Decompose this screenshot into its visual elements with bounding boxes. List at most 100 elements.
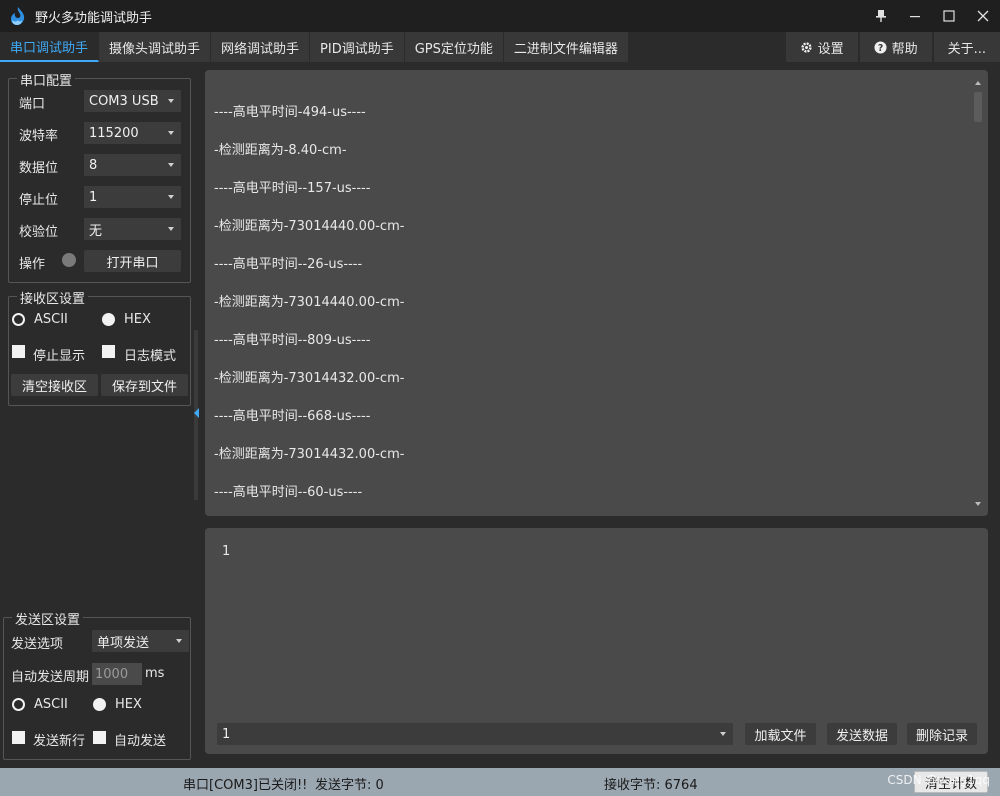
receive-line: ----高电平时间--60-us----: [214, 485, 363, 500]
chevron-down-icon: [176, 639, 182, 643]
operation-label: 操作: [19, 257, 46, 272]
send-history-select[interactable]: 1: [217, 723, 733, 745]
help-icon: ?: [874, 40, 887, 53]
send-option-select[interactable]: 单项发送: [92, 630, 189, 652]
auto-send-label: 自动发送: [114, 734, 167, 749]
parity-value: 无: [89, 223, 103, 239]
serial-config-title: 串口配置: [17, 70, 76, 89]
databits-label: 数据位: [19, 161, 59, 176]
auto-period-unit: ms: [145, 666, 165, 681]
databits-value: 8: [89, 157, 98, 173]
minimize-button[interactable]: [898, 0, 932, 32]
recv-settings-title: 接收区设置: [17, 288, 89, 307]
about-button[interactable]: 关于...: [933, 32, 1000, 62]
send-area: 1 1 加载文件 发送数据 删除记录: [205, 528, 988, 754]
recv-ascii-label: ASCII: [34, 312, 68, 327]
tab-binary-editor[interactable]: 二进制文件编辑器: [503, 32, 629, 62]
window-title: 野火多功能调试助手: [35, 10, 153, 26]
send-hex-radio[interactable]: [93, 698, 106, 711]
recv-hex-label: HEX: [124, 312, 151, 327]
baud-select[interactable]: 115200: [84, 122, 181, 144]
chevron-down-icon: [168, 227, 174, 231]
baud-value: 115200: [89, 125, 139, 141]
recv-hex-radio[interactable]: [102, 313, 115, 326]
tab-serial-debug[interactable]: 串口调试助手: [0, 32, 100, 62]
scroll-down-icon[interactable]: [975, 502, 981, 506]
help-button[interactable]: ? 帮助: [859, 32, 932, 62]
stopbits-value: 1: [89, 189, 98, 205]
window-controls: [864, 0, 1000, 32]
chevron-down-icon: [168, 195, 174, 199]
clear-recv-button[interactable]: 清空接收区: [11, 374, 98, 396]
auto-period-label: 自动发送周期: [11, 670, 90, 685]
receive-line: -检测距离为-73014432.00-cm-: [214, 371, 405, 386]
receive-line: ----高电平时间-494-us----: [214, 105, 366, 120]
stop-display-checkbox[interactable]: [12, 345, 25, 358]
receive-line: ----高电平时间--809-us----: [214, 333, 371, 348]
receive-line: ----高电平时间--26-us----: [214, 257, 363, 272]
gear-icon: [800, 41, 812, 53]
send-hex-label: HEX: [115, 697, 142, 712]
receive-line: -检测距离为-73014440.00-cm-: [214, 219, 405, 234]
send-ascii-radio[interactable]: [12, 698, 25, 711]
send-data-button[interactable]: 发送数据: [827, 723, 897, 745]
tab-pid-debug[interactable]: PID调试助手: [310, 32, 405, 62]
save-to-file-button[interactable]: 保存到文件: [101, 374, 188, 396]
main-tab-bar: 串口调试助手 摄像头调试助手 网络调试助手 PID调试助手 GPS定位功能 二进…: [0, 32, 1000, 62]
receive-line: -检测距离为-73014432.00-cm-: [214, 447, 405, 462]
svg-text:?: ?: [877, 42, 882, 53]
port-select[interactable]: COM3 USB: [84, 90, 181, 112]
auto-send-checkbox[interactable]: [93, 731, 106, 744]
send-newline-label: 发送新行: [33, 734, 86, 749]
settings-button[interactable]: 设置: [785, 32, 858, 62]
load-file-button[interactable]: 加载文件: [745, 723, 816, 745]
tab-network-debug[interactable]: 网络调试助手: [211, 32, 311, 62]
send-text-input[interactable]: 1: [222, 544, 230, 559]
receive-scrollbar[interactable]: [970, 70, 988, 516]
stopbits-select[interactable]: 1: [84, 186, 181, 208]
chevron-down-icon: [168, 99, 174, 103]
send-newline-checkbox[interactable]: [12, 731, 25, 744]
chevron-down-icon: [168, 163, 174, 167]
tab-gps[interactable]: GPS定位功能: [404, 32, 504, 62]
receive-line: -检测距离为-73014440.00-cm-: [214, 295, 405, 310]
chevron-down-icon: [720, 732, 726, 736]
port-label: 端口: [19, 97, 46, 112]
stop-display-label: 停止显示: [33, 349, 86, 364]
open-port-button[interactable]: 打开串口: [84, 250, 181, 272]
tab-camera-debug[interactable]: 摄像头调试助手: [99, 32, 212, 62]
parity-label: 校验位: [19, 225, 59, 240]
flame-logo-icon: [11, 7, 25, 25]
collapse-arrow-icon[interactable]: [194, 408, 199, 418]
log-mode-label: 日志模式: [124, 349, 177, 364]
title-bar: 野火多功能调试助手: [0, 0, 1000, 32]
send-option-value: 单项发送: [97, 635, 150, 651]
stopbits-label: 停止位: [19, 193, 59, 208]
receive-line: ----高电平时间--157-us----: [214, 181, 371, 196]
scroll-thumb[interactable]: [974, 92, 982, 122]
chevron-down-icon: [168, 131, 174, 135]
port-status-led: [62, 253, 76, 267]
receive-area[interactable]: ----高电平时间-494-us---- -检测距离为-8.40-cm- ---…: [205, 70, 988, 516]
send-option-label: 发送选项: [11, 637, 64, 652]
auto-period-input[interactable]: 1000: [92, 663, 142, 685]
port-state-text: 串口[COM3]已关闭!!: [183, 778, 308, 793]
log-mode-checkbox[interactable]: [102, 345, 115, 358]
scroll-up-icon[interactable]: [975, 81, 981, 85]
delete-history-button[interactable]: 删除记录: [907, 723, 977, 745]
pin-icon[interactable]: [864, 0, 898, 32]
recv-ascii-radio[interactable]: [12, 313, 25, 326]
parity-select[interactable]: 无: [84, 218, 181, 240]
send-settings-title: 发送区设置: [12, 609, 84, 628]
port-value: COM3 USB: [89, 93, 159, 109]
receive-line: -检测距离为-8.40-cm-: [214, 143, 347, 158]
databits-select[interactable]: 8: [84, 154, 181, 176]
sent-bytes-text: 发送字节: 0: [315, 778, 384, 793]
maximize-button[interactable]: [932, 0, 966, 32]
recv-bytes-text: 接收字节: 6764: [604, 778, 698, 793]
close-button[interactable]: [966, 0, 1000, 32]
settings-label: 设置: [817, 41, 844, 57]
send-history-value: 1: [222, 726, 231, 742]
help-label: 帮助: [891, 41, 918, 57]
baud-label: 波特率: [19, 129, 59, 144]
